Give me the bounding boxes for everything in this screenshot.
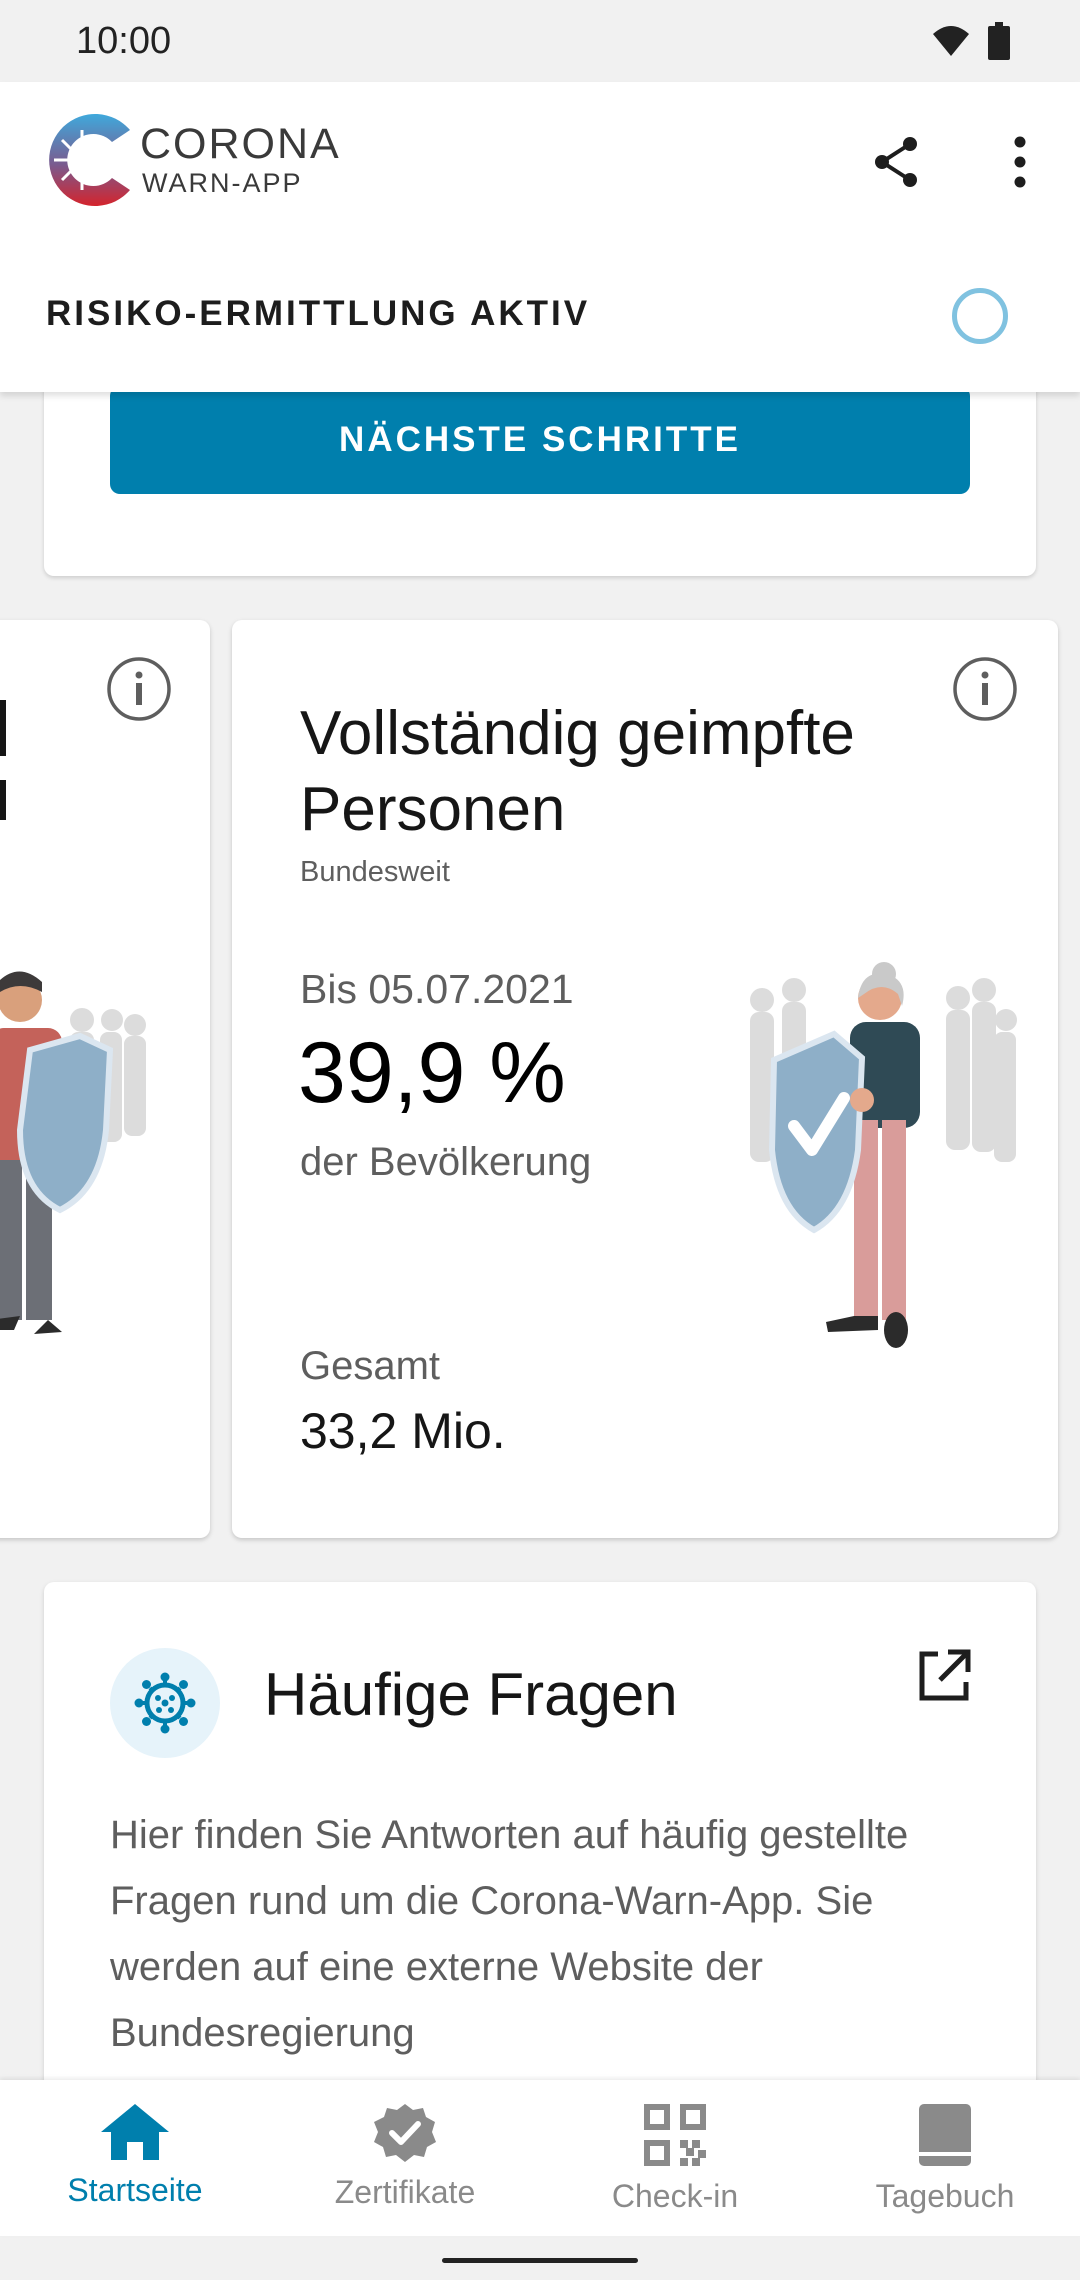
faq-description: Hier finden Sie Antworten auf häufig ges… <box>110 1813 909 2055</box>
statistic-card-previous[interactable] <box>0 620 210 1538</box>
card-subtitle: Bundesweit <box>300 856 450 888</box>
home-icon <box>101 2104 169 2160</box>
info-icon[interactable] <box>106 656 172 722</box>
qr-code-icon <box>644 2104 706 2166</box>
virus-icon <box>134 1672 196 1734</box>
nav-label: Startseite <box>67 2172 203 2208</box>
previous-card-title-edge <box>0 700 6 756</box>
logo-subtitle: WARN-APP <box>142 168 303 198</box>
home-gesture-handle[interactable] <box>442 2258 638 2263</box>
faq-icon-circle <box>110 1648 220 1758</box>
gesture-navigation-bar <box>0 2236 1080 2280</box>
info-icon[interactable] <box>952 656 1018 722</box>
card-date: Bis 05.07.2021 <box>300 966 574 1012</box>
statistic-card-vaccinated[interactable]: Vollständig geimpfte Personen Bundesweit… <box>232 620 1058 1538</box>
nav-label: Check-in <box>611 2178 739 2214</box>
card-title: Vollständig geimpfte Personen <box>300 699 855 844</box>
vaccinated-person-illustration <box>750 962 1017 1348</box>
open-external-icon[interactable] <box>914 1646 974 1706</box>
status-time: 10:00 <box>76 20 172 62</box>
card-total-value: 33,2 Mio. <box>300 1403 506 1459</box>
faq-title: Häufige Fragen <box>264 1661 678 1728</box>
card-total-label: Gesamt <box>300 1344 441 1388</box>
nav-item-check-in[interactable]: Check-in <box>540 2080 810 2236</box>
app-logo <box>49 113 130 206</box>
person-shield-illustration <box>0 971 146 1334</box>
risk-status-label[interactable]: RISIKO-ERMITTLUNG AKTIV <box>46 294 590 334</box>
certificate-icon <box>374 2104 436 2162</box>
battery-icon <box>988 22 1010 60</box>
more-vert-icon[interactable] <box>990 132 1050 192</box>
wifi-icon <box>933 26 969 56</box>
faq-card[interactable]: Häufige Fragen Hier finden Sie Antworten… <box>44 1582 1036 2102</box>
nav-label: Zertifikate <box>334 2174 476 2210</box>
book-icon <box>919 2104 971 2166</box>
status-icons <box>932 22 1010 60</box>
previous-card-title-edge <box>0 780 6 820</box>
nav-item-startseite[interactable]: Startseite <box>0 2080 270 2236</box>
card-value-unit: der Bevölkerung <box>300 1140 592 1184</box>
app-screen: 10:00 CORONA WARN-APP RISIKO-ERMITTLUNG … <box>0 0 1080 2280</box>
status-bar: 10:00 <box>0 0 1080 82</box>
app-header: CORONA WARN-APP RISIKO-ERMITTLUNG AKTIV <box>0 82 1080 392</box>
next-steps-button[interactable]: NÄCHSTE SCHRITTE <box>110 386 970 494</box>
nav-item-zertifikate[interactable]: Zertifikate <box>270 2080 540 2236</box>
share-icon[interactable] <box>866 132 926 192</box>
logo-title: CORONA <box>140 120 341 168</box>
nav-label: Tagebuch <box>875 2178 1015 2214</box>
nav-item-tagebuch[interactable]: Tagebuch <box>810 2080 1080 2236</box>
card-primary-value: 39,9 % <box>298 1025 566 1121</box>
risk-progress-ring <box>952 288 1008 344</box>
bottom-navigation: Startseite Zertifikate Check-in Tagebuch <box>0 2080 1080 2236</box>
